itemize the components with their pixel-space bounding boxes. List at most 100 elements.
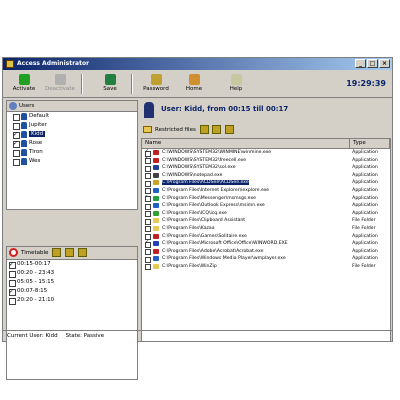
file-checkbox[interactable] xyxy=(145,173,151,180)
column-header-name[interactable]: Name xyxy=(142,139,351,148)
activate-button[interactable]: Activate xyxy=(7,73,41,95)
user-item-tiron[interactable]: Tiron xyxy=(7,148,137,157)
file-checkbox[interactable] xyxy=(145,226,151,233)
timetable-item[interactable]: 00:07-8:15 xyxy=(7,287,137,296)
left-panel: Users Default Jupiter Kidd Rose Tiron We… xyxy=(6,100,138,380)
user-icon xyxy=(21,122,27,129)
time-checkbox[interactable] xyxy=(9,298,16,305)
file-name-cell: C:\Program Files\Clipboard Assistant xyxy=(142,217,350,225)
file-type-cell: Application xyxy=(352,256,378,262)
file-name-cell: C:\Program Files\Microsoft Office\Office… xyxy=(142,240,350,248)
add-time-icon[interactable] xyxy=(52,248,62,257)
timetable-item[interactable]: 20:20 - 21:10 xyxy=(7,296,137,305)
table-row[interactable]: C:\Program Files\Microsoft Office\Office… xyxy=(142,240,390,248)
table-row[interactable]: C:\Program Files\Adobe\Acrobat\Acrobat.e… xyxy=(142,248,390,256)
file-type-cell: File Folder xyxy=(352,263,376,269)
minimize-button[interactable]: _ xyxy=(355,59,366,68)
table-row[interactable]: C:\Program Files\Outlook Express\msimn.e… xyxy=(142,202,390,210)
file-checkbox[interactable] xyxy=(145,157,151,165)
table-row[interactable]: C:\Program Files\Clipboard Assistant File… xyxy=(142,217,390,225)
file-type-cell: Application xyxy=(352,248,378,254)
table-row[interactable]: C:\WINDOWS\notepad.exe Application xyxy=(142,172,390,180)
application-icon xyxy=(153,165,159,171)
user-item-kidd[interactable]: Kidd xyxy=(7,130,137,139)
user-item-default[interactable]: Default xyxy=(7,112,137,121)
table-row[interactable]: C:\Program Files\Games\Solitaire.exe Appl… xyxy=(142,233,390,241)
file-checkbox[interactable] xyxy=(145,195,151,203)
user-checkbox[interactable] xyxy=(13,130,20,139)
column-header-type[interactable]: Type xyxy=(350,139,390,148)
file-path: C:\Program Files\Microsoft Office\Office… xyxy=(162,241,288,247)
table-row[interactable]: C:\Program Files\ICQ\icq.exe Application xyxy=(142,210,390,218)
file-checkbox[interactable] xyxy=(145,149,151,157)
application-icon xyxy=(153,256,159,262)
table-row[interactable]: C:\WINDOWS\SYSTEM32\WINMINE\winmine.exe A… xyxy=(142,149,390,157)
user-checkbox[interactable] xyxy=(13,159,20,166)
application-icon xyxy=(153,187,159,193)
file-checkbox[interactable] xyxy=(145,203,151,210)
table-row[interactable]: C:\Program Files\WinZip File Folder xyxy=(142,263,390,271)
file-checkbox[interactable] xyxy=(145,188,151,195)
file-checkbox[interactable] xyxy=(145,256,151,263)
time-checkbox[interactable] xyxy=(9,280,16,287)
user-item-jupiter[interactable]: Jupiter xyxy=(7,121,137,130)
file-checkbox[interactable] xyxy=(145,165,151,172)
save-button[interactable]: Save xyxy=(93,73,127,95)
deactivate-button[interactable]: Deactivate xyxy=(43,73,77,95)
file-type-cell: Application xyxy=(352,195,378,201)
file-checkbox[interactable] xyxy=(145,218,151,225)
application-icon xyxy=(153,233,159,239)
user-checkbox[interactable] xyxy=(13,139,20,148)
help-button[interactable]: Help xyxy=(219,73,253,95)
file-path: C:\Program Files\Internet Explorer\iexpl… xyxy=(162,187,270,193)
user-checkbox[interactable] xyxy=(13,114,20,121)
user-item-rose[interactable]: Rose xyxy=(7,139,137,148)
file-checkbox[interactable] xyxy=(145,211,151,218)
file-checkbox[interactable] xyxy=(145,240,151,248)
file-path: C:\WINDOWS\SYSTEM32\freecell.exe xyxy=(162,157,247,163)
user-icon xyxy=(21,158,27,165)
table-row[interactable]: C:\Program Files\Kazaa File Folder xyxy=(142,225,390,233)
file-name-cell: C:\Program Files\Adobe\Acrobat\Acrobat.e… xyxy=(142,248,350,256)
maximize-button[interactable]: □ xyxy=(367,59,378,68)
title-bar: Access Administrator _ □ × xyxy=(3,58,392,70)
home-button[interactable]: Home xyxy=(177,73,211,95)
time-checkbox[interactable] xyxy=(9,287,16,296)
table-row[interactable]: C:\Program Files\Windows Media Player\wm… xyxy=(142,255,390,263)
timetable-item[interactable]: 00:15-00:17 xyxy=(7,260,137,269)
table-row[interactable]: C:\Program Files\ACDSee\ACDSee.exe Applic… xyxy=(142,179,390,187)
password-button[interactable]: Password xyxy=(139,73,173,95)
add-folder-icon[interactable] xyxy=(212,125,222,134)
file-checkbox[interactable] xyxy=(145,249,151,256)
close-button[interactable]: × xyxy=(379,59,390,68)
user-checkbox[interactable] xyxy=(13,150,20,157)
user-icon xyxy=(21,149,27,156)
user-item-wes[interactable]: Wes xyxy=(7,157,137,166)
file-path: C:\Program Files\Outlook Express\msimn.e… xyxy=(162,203,265,209)
timetable-item[interactable]: 00:20 - 23:43 xyxy=(7,269,137,278)
table-row[interactable]: C:\Program Files\Messenger\msmsgs.exe App… xyxy=(142,195,390,203)
user-checkbox[interactable] xyxy=(13,123,20,130)
table-row[interactable]: C:\WINDOWS\SYSTEM32\sol.exe Application xyxy=(142,164,390,172)
time-checkbox[interactable] xyxy=(9,271,16,278)
file-checkbox[interactable] xyxy=(145,234,151,241)
file-checkbox[interactable] xyxy=(145,264,151,271)
timetable-item[interactable]: 05:05 - 15:15 xyxy=(7,278,137,287)
folder-icon xyxy=(143,126,152,133)
table-row[interactable]: C:\WINDOWS\SYSTEM32\freecell.exe Applicat… xyxy=(142,157,390,165)
help-icon xyxy=(230,74,242,85)
file-type-cell: Application xyxy=(352,150,378,155)
stop-icon xyxy=(9,248,18,257)
add-file-icon[interactable] xyxy=(199,125,209,134)
file-path: C:\Program Files\ICQ\icq.exe xyxy=(162,210,227,216)
user-title: User: Kidd, from 00:15 till 00:17 xyxy=(161,105,289,113)
file-checkbox[interactable] xyxy=(145,180,151,187)
file-path: C:\Program Files\Games\Solitaire.exe xyxy=(162,233,247,239)
remove-file-icon[interactable] xyxy=(225,125,235,134)
table-row[interactable]: C:\Program Files\Internet Explorer\iexpl… xyxy=(142,187,390,195)
delete-time-icon[interactable] xyxy=(77,248,87,257)
time-checkbox[interactable] xyxy=(9,260,16,269)
edit-time-icon[interactable] xyxy=(64,248,74,257)
file-type-cell: Application xyxy=(352,187,378,193)
file-name-cell: C:\WINDOWS\notepad.exe xyxy=(142,172,350,180)
